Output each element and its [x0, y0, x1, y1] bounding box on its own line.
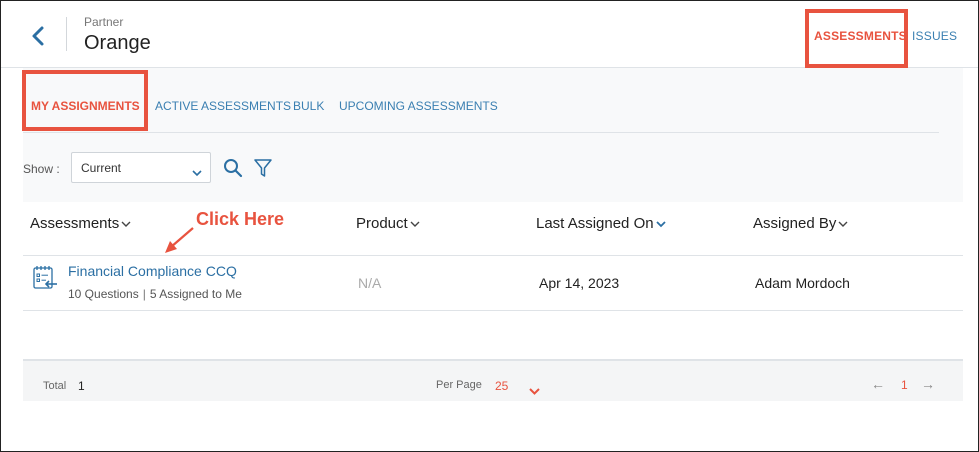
callout-text: Click Here: [196, 209, 285, 229]
tab-upcoming-assessments[interactable]: UPCOMING ASSESSMENTS: [339, 99, 498, 113]
column-label: Assigned By: [753, 215, 837, 232]
app-frame: Partner Orange ASSESSMENTS ISSUES MY ASS…: [0, 0, 979, 452]
back-chevron-icon[interactable]: [29, 25, 49, 47]
assessment-checklist-icon: [32, 265, 58, 296]
column-header-last-assigned[interactable]: Last Assigned On: [536, 215, 666, 232]
show-label: Show :: [23, 162, 60, 176]
assessment-meta: 10 Questions | 5 Assigned to Me: [68, 287, 242, 301]
highlight-box-my-assignments: [22, 70, 148, 131]
next-page-button[interactable]: →: [921, 376, 935, 392]
column-label: Product: [356, 215, 408, 232]
sort-chevron-icon: [655, 220, 666, 227]
assigned-by-cell: Adam Mordoch: [755, 275, 850, 291]
subtab-bar: MY ASSIGNMENTS ACTIVE ASSESSMENTS BULK U…: [23, 68, 939, 133]
search-icon[interactable]: [223, 158, 243, 183]
total-value: 1: [78, 379, 85, 393]
question-count: 10 Questions: [68, 287, 139, 301]
column-header-assessments[interactable]: Assessments: [30, 215, 131, 232]
show-select[interactable]: Current: [71, 152, 211, 183]
per-page-label: Per Page: [436, 379, 482, 391]
filter-icon[interactable]: [253, 158, 273, 183]
nav-issues-link[interactable]: ISSUES: [912, 29, 957, 43]
page-number[interactable]: 1: [901, 378, 908, 392]
column-header-assigned-by[interactable]: Assigned By: [753, 215, 848, 232]
column-label: Assessments: [30, 215, 120, 232]
prev-page-button[interactable]: ←: [871, 376, 885, 392]
partner-label: Partner: [84, 15, 124, 29]
column-label: Last Assigned On: [536, 215, 654, 232]
table-empty-space: [23, 311, 963, 359]
header-divider: [66, 17, 67, 51]
per-page-value[interactable]: 25: [495, 379, 508, 393]
assessment-link[interactable]: Financial Compliance CCQ: [68, 263, 237, 279]
per-page-chevron-icon[interactable]: [529, 382, 540, 400]
callout-arrow-icon: [161, 225, 197, 260]
table-row: Financial Compliance CCQ 10 Questions | 5 …: [23, 256, 963, 311]
column-header-product[interactable]: Product: [356, 215, 420, 232]
show-select-value: Current: [81, 161, 122, 175]
partner-name: Orange: [84, 32, 151, 54]
tab-active-assessments[interactable]: ACTIVE ASSESSMENTS: [155, 99, 291, 113]
highlight-box-assessments: [805, 9, 908, 68]
tab-bulk[interactable]: BULK: [293, 99, 324, 113]
table-footer: Total 1 Per Page 25 ← 1 →: [23, 359, 963, 401]
last-assigned-cell: Apr 14, 2023: [539, 275, 620, 291]
sort-chevron-icon: [410, 221, 420, 227]
product-cell: N/A: [358, 275, 382, 291]
sort-chevron-icon: [121, 221, 131, 227]
total-label: Total: [43, 380, 67, 392]
meta-separator: |: [142, 287, 146, 301]
chevron-down-icon: [192, 164, 202, 182]
assigned-count: 5 Assigned to Me: [149, 287, 242, 301]
sort-chevron-icon: [838, 221, 848, 227]
